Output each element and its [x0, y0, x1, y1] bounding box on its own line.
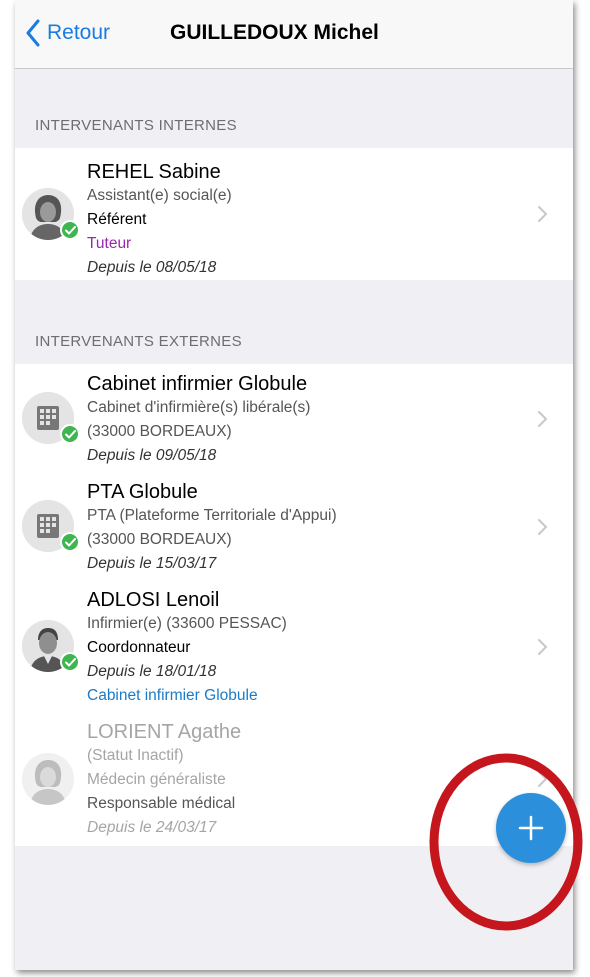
- person-female-icon: [22, 753, 74, 805]
- contact-since: Depuis le 08/05/18: [87, 259, 217, 276]
- list-item[interactable]: ADLOSI Lenoil Infirmier(e) (33600 PESSAC…: [15, 580, 573, 712]
- contact-function: Assistant(e) social(e): [87, 187, 232, 204]
- avatar: [22, 188, 80, 240]
- contact-name: ADLOSI Lenoil: [87, 589, 220, 611]
- contact-function: PTA (Plateforme Territoriale d'Appui): [87, 507, 337, 524]
- contact-since: Depuis le 09/05/18: [87, 447, 217, 464]
- active-check-icon: [60, 220, 80, 240]
- avatar: [22, 753, 74, 805]
- active-check-icon: [60, 652, 80, 672]
- phone-screen: Retour GUILLEDOUX Michel INTERVENANTS IN…: [15, 0, 573, 970]
- internal-list: REHEL Sabine Assistant(e) social(e) Réfé…: [15, 148, 573, 280]
- contact-since: Depuis le 18/01/18: [87, 663, 217, 680]
- add-contact-button[interactable]: [496, 793, 566, 863]
- contact-role: Coordonnateur: [87, 639, 191, 656]
- inactive-status: (Statut Inactif): [87, 747, 184, 764]
- contact-name: LORIENT Agathe: [87, 721, 242, 743]
- list-item[interactable]: Cabinet infirmier Globule Cabinet d'infi…: [15, 364, 573, 472]
- section-header-internal: INTERVENANTS INTERNES: [35, 117, 237, 134]
- contact-function: Médecin généraliste: [87, 771, 226, 788]
- chevron-right-icon: [538, 411, 547, 427]
- avatar: [22, 620, 80, 672]
- contact-since: Depuis le 15/03/17: [87, 555, 217, 572]
- contact-role: Référent: [87, 211, 147, 228]
- section-header-external: INTERVENANTS EXTERNES: [35, 333, 242, 350]
- chevron-right-icon: [538, 206, 547, 222]
- navigation-bar: Retour GUILLEDOUX Michel: [15, 0, 573, 69]
- chevron-right-icon: [538, 771, 547, 787]
- list-item[interactable]: PTA Globule PTA (Plateforme Territoriale…: [15, 472, 573, 580]
- back-button[interactable]: Retour: [25, 18, 110, 48]
- avatar: [22, 392, 80, 444]
- contact-location: (33000 BORDEAUX): [87, 423, 232, 440]
- chevron-left-icon: [26, 19, 40, 47]
- avatar: [22, 500, 80, 552]
- tutor-tag: Tuteur: [87, 235, 132, 252]
- contact-location: (33000 BORDEAUX): [87, 531, 232, 548]
- plus-icon: [518, 815, 544, 841]
- contact-name: PTA Globule: [87, 481, 198, 503]
- contact-role: Responsable médical: [87, 795, 236, 812]
- contact-name: REHEL Sabine: [87, 161, 221, 183]
- back-label: Retour: [47, 21, 111, 44]
- contact-function: Infirmier(e) (33600 PESSAC): [87, 615, 287, 632]
- list-item[interactable]: LORIENT Agathe (Statut Inactif) Médecin …: [15, 712, 573, 846]
- active-check-icon: [60, 532, 80, 552]
- list-item[interactable]: REHEL Sabine Assistant(e) social(e) Réfé…: [15, 148, 573, 280]
- page-title: GUILLEDOUX Michel: [170, 21, 379, 44]
- contact-since: Depuis le 24/03/17: [87, 819, 217, 836]
- chevron-right-icon: [538, 639, 547, 655]
- active-check-icon: [60, 424, 80, 444]
- chevron-right-icon: [538, 519, 547, 535]
- external-list: Cabinet infirmier Globule Cabinet d'infi…: [15, 364, 573, 846]
- structure-link[interactable]: Cabinet infirmier Globule: [87, 684, 527, 708]
- contact-function: Cabinet d'infirmière(s) libérale(s): [87, 399, 311, 416]
- contact-name: Cabinet infirmier Globule: [87, 373, 308, 395]
